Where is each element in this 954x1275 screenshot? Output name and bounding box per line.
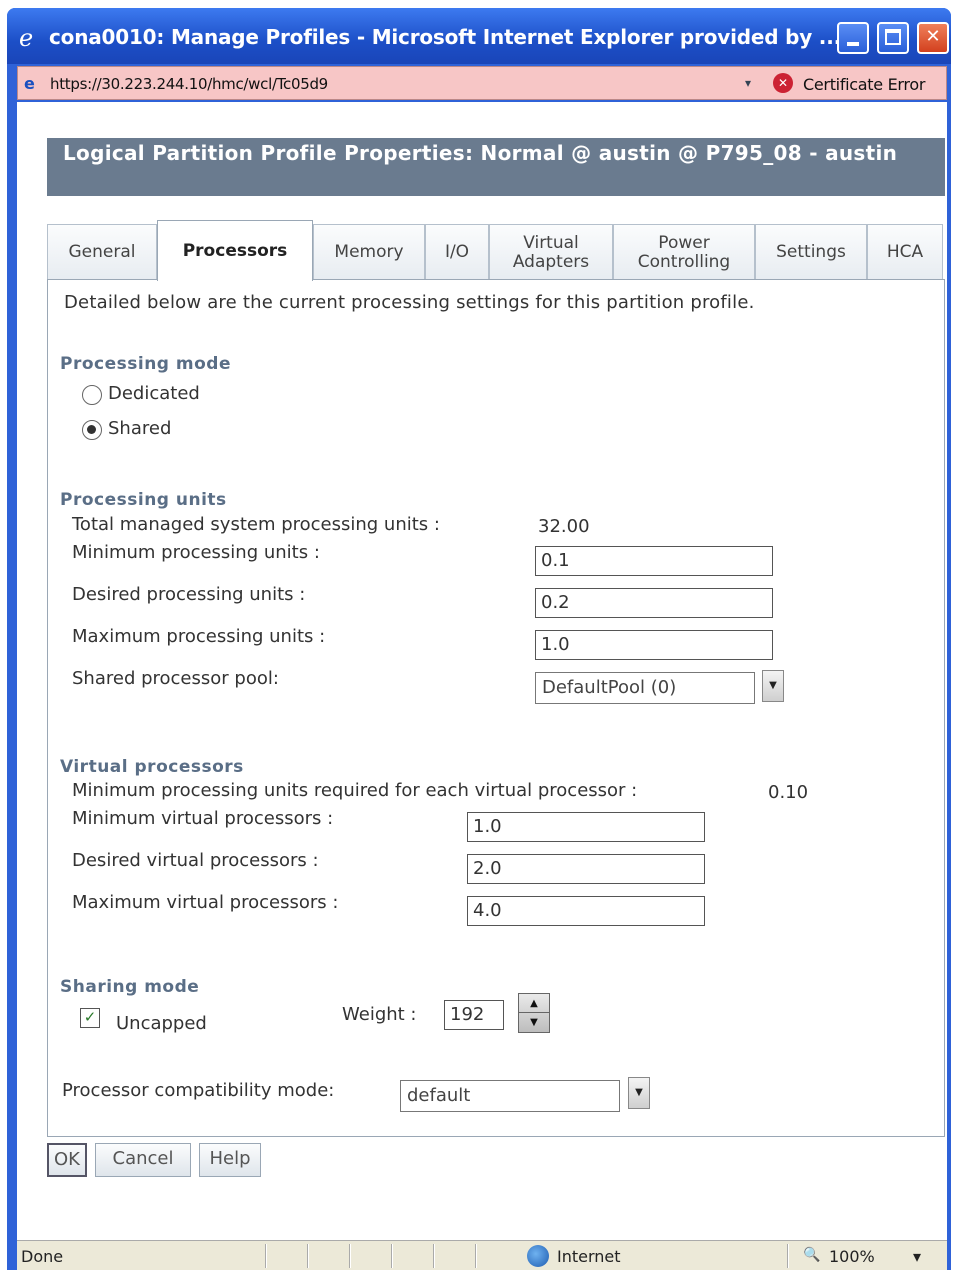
min-units-input[interactable]: 0.1 (535, 546, 773, 576)
maximize-button[interactable] (877, 22, 909, 54)
compatibility-label: Processor compatibility mode: (62, 1080, 335, 1101)
status-bar: Done Internet 🔍 100% ▾ (17, 1240, 947, 1270)
tab-label: Memory (334, 242, 404, 262)
max-vp-input[interactable]: 4.0 (467, 896, 705, 926)
tab-label: Power Controlling (637, 232, 731, 272)
status-divider (307, 1244, 309, 1268)
ok-button[interactable]: OK (47, 1143, 87, 1177)
ie-logo-icon: e (19, 24, 34, 52)
min-vp-label: Minimum virtual processors : (72, 808, 334, 829)
minimize-button[interactable] (837, 22, 869, 54)
tab-io[interactable]: I/O (425, 224, 489, 280)
max-units-label: Maximum processing units : (72, 626, 326, 647)
address-url[interactable]: https://30.223.244.10/hmc/wcl/Tc05d9 (50, 75, 328, 93)
window-title: cona0010: Manage Profiles - Microsoft In… (49, 25, 841, 49)
status-divider (475, 1244, 477, 1268)
tab-memory[interactable]: Memory (313, 224, 425, 280)
total-units-value: 32.00 (538, 516, 590, 537)
spin-down-icon[interactable]: ▼ (519, 1013, 549, 1032)
certificate-error-link[interactable]: Certificate Error (803, 75, 925, 94)
processing-mode-heading: Processing mode (60, 354, 231, 374)
processors-panel: Detailed below are the current processin… (47, 279, 945, 1137)
status-divider (787, 1244, 789, 1268)
compatibility-dropdown-button[interactable]: ▼ (628, 1077, 650, 1109)
pool-label: Shared processor pool: (72, 668, 279, 689)
tab-power-controlling[interactable]: Power Controlling (613, 224, 755, 280)
tab-label: HCA (886, 242, 924, 262)
status-text: Done (21, 1247, 64, 1266)
desired-units-label: Desired processing units : (72, 584, 306, 605)
maximize-icon (885, 29, 901, 45)
check-icon: ✓ (83, 1008, 97, 1026)
panel-description: Detailed below are the current processin… (64, 292, 755, 313)
dedicated-label[interactable]: Dedicated (108, 383, 200, 404)
chevron-down-icon: ▼ (635, 1087, 643, 1098)
min-vp-input[interactable]: 1.0 (467, 812, 705, 842)
compatibility-select[interactable]: default (400, 1080, 620, 1112)
browser-window: e cona0010: Manage Profiles - Microsoft … (7, 8, 951, 1270)
desired-vp-input[interactable]: 2.0 (467, 854, 705, 884)
page-icon: e (24, 74, 35, 93)
tab-label: General (68, 242, 136, 262)
minimize-icon (847, 42, 859, 46)
help-button[interactable]: Help (199, 1143, 261, 1177)
chevron-down-icon: ▼ (769, 680, 777, 691)
page-content: Logical Partition Profile Properties: No… (17, 102, 947, 1240)
close-button[interactable]: ✕ (917, 22, 949, 54)
tab-hca[interactable]: HCA (867, 224, 943, 280)
tab-settings[interactable]: Settings (755, 224, 867, 280)
total-units-label: Total managed system processing units : (72, 514, 440, 535)
pool-dropdown-button[interactable]: ▼ (762, 670, 784, 702)
tab-general[interactable]: General (47, 224, 157, 280)
chevron-down-icon[interactable]: ▾ (738, 73, 758, 93)
dedicated-radio[interactable] (82, 385, 102, 405)
desired-vp-label: Desired virtual processors : (72, 850, 319, 871)
status-divider (265, 1244, 267, 1268)
status-divider (433, 1244, 435, 1268)
shared-radio[interactable] (82, 420, 102, 440)
weight-input[interactable]: 192 (444, 1000, 504, 1030)
title-bar[interactable]: e cona0010: Manage Profiles - Microsoft … (7, 8, 951, 64)
tab-label: Settings (776, 242, 846, 262)
processing-units-heading: Processing units (60, 490, 227, 510)
tab-bar: General Processors Memory I/O Virtual Ad… (47, 220, 945, 281)
min-required-value: 0.10 (768, 782, 809, 803)
status-divider (391, 1244, 393, 1268)
tab-label: Virtual Adapters (512, 232, 590, 272)
shared-label[interactable]: Shared (108, 418, 171, 439)
tab-virtual-adapters[interactable]: Virtual Adapters (489, 224, 613, 280)
security-zone: Internet (557, 1247, 621, 1266)
status-divider (349, 1244, 351, 1268)
zoom-icon[interactable]: 🔍 (803, 1247, 820, 1263)
weight-label: Weight : (342, 1004, 417, 1025)
weight-stepper[interactable]: ▲ ▼ (518, 993, 550, 1033)
desired-units-input[interactable]: 0.2 (535, 588, 773, 618)
tab-label: Processors (182, 240, 288, 261)
pool-select[interactable]: DefaultPool (0) (535, 672, 755, 704)
min-required-label: Minimum processing units required for ea… (72, 780, 638, 801)
address-bar[interactable]: e https://30.223.244.10/hmc/wcl/Tc05d9 ▾… (17, 66, 947, 100)
cancel-button[interactable]: Cancel (95, 1143, 191, 1177)
min-units-label: Minimum processing units : (72, 542, 320, 563)
certificate-error-icon[interactable]: ✕ (773, 73, 793, 93)
virtual-processors-heading: Virtual processors (60, 757, 244, 777)
close-icon: ✕ (925, 26, 941, 47)
tab-processors[interactable]: Processors (157, 220, 313, 281)
sharing-mode-heading: Sharing mode (60, 977, 200, 997)
zoom-level[interactable]: 100% (829, 1247, 875, 1266)
spin-up-icon[interactable]: ▲ (519, 994, 549, 1013)
uncapped-label[interactable]: Uncapped (116, 1013, 207, 1034)
globe-icon (527, 1245, 549, 1267)
zoom-chevron-icon[interactable]: ▾ (913, 1247, 921, 1266)
page-title: Logical Partition Profile Properties: No… (47, 138, 945, 196)
max-units-input[interactable]: 1.0 (535, 630, 773, 660)
tab-label: I/O (444, 242, 470, 262)
max-vp-label: Maximum virtual processors : (72, 892, 339, 913)
uncapped-checkbox[interactable]: ✓ (80, 1008, 100, 1028)
